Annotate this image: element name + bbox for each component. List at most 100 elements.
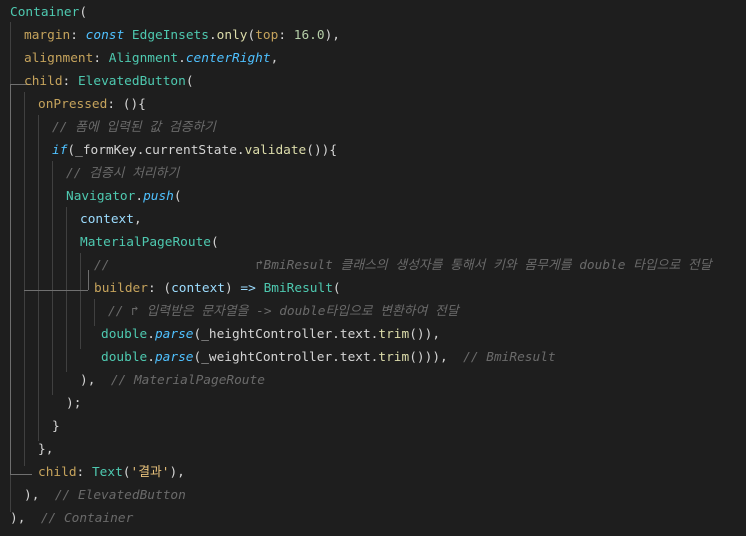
code-token: BmiResult (263, 281, 333, 296)
code-token: : (278, 28, 294, 43)
code-line[interactable]: context, (80, 208, 142, 231)
code-token: EdgeInsets (131, 28, 209, 43)
code-token: onPressed (38, 97, 108, 112)
code-line[interactable]: MaterialPageRoute( (80, 231, 219, 254)
code-token: validate (244, 143, 307, 158)
code-line[interactable]: // 폼에 입력된 값 검증하기 (52, 116, 216, 139)
code-token: centerRight (185, 51, 271, 66)
code-token: ), (10, 511, 41, 526)
indent-guide (38, 115, 39, 441)
code-line[interactable]: ); (66, 392, 81, 415)
code-editor[interactable]: Container(margin: const EdgeInsets.only(… (0, 0, 746, 536)
indent-guide (94, 299, 95, 326)
code-line[interactable]: ), // ElevatedButton (24, 484, 186, 507)
code-line[interactable]: margin: const EdgeInsets.only(top: 16.0)… (24, 24, 340, 47)
code-token: ), (324, 28, 341, 43)
code-token: double (101, 327, 148, 342)
code-token: parse (154, 350, 194, 365)
code-token: context (171, 281, 225, 296)
code-token: builder (94, 281, 148, 296)
active-bracket-guide (24, 290, 88, 291)
code-token: ()), (409, 327, 441, 342)
code-token: : ( (147, 281, 172, 296)
code-token: : (){ (107, 97, 146, 112)
code-token: // Container (40, 511, 134, 526)
code-token: ), (169, 465, 185, 480)
code-line[interactable]: }, (38, 438, 53, 461)
code-token: : (62, 74, 78, 89)
code-token: Container (10, 5, 80, 20)
code-token: , (270, 51, 279, 66)
code-token: ( (173, 189, 182, 204)
code-token: ( (185, 74, 194, 89)
code-token: ) (225, 281, 241, 296)
code-token: . (147, 327, 155, 342)
code-token: . (178, 51, 186, 66)
code-token: , (133, 212, 142, 227)
code-token: . (208, 28, 217, 43)
code-token: } (52, 419, 60, 434)
code-line[interactable]: Container( (10, 1, 87, 24)
code-line[interactable]: child: ElevatedButton( (24, 70, 194, 93)
code-token: '결과' (130, 465, 170, 480)
code-token: . (147, 350, 155, 365)
code-token: double (101, 350, 148, 365)
code-token: 16.0 (293, 28, 325, 43)
code-line[interactable]: ), // MaterialPageRoute (80, 369, 265, 392)
indent-guide (80, 253, 81, 349)
code-token: only (216, 28, 248, 43)
code-line[interactable]: builder: (context) => BmiResult( (94, 277, 341, 300)
code-token: : (76, 465, 92, 480)
code-line[interactable]: // 검증시 처리하기 (66, 162, 179, 185)
code-token: ( (332, 281, 341, 296)
code-line[interactable]: // ↱BmiResult 클래스의 생성자를 통해서 키와 몸무게를 doub… (94, 254, 711, 277)
code-token: ); (66, 396, 82, 411)
code-token: context (80, 212, 134, 227)
code-token: // ↱ 입력받은 문자열을 -> double타입으로 변환하여 전달 (108, 304, 459, 319)
active-bracket-guide (10, 474, 32, 475)
code-token: (_heightController.text. (193, 327, 379, 342)
code-token: (_formKey.currentState. (67, 143, 245, 158)
code-token: }, (38, 442, 54, 457)
code-line[interactable]: // ↱ 입력받은 문자열을 -> double타입으로 변환하여 전달 (108, 300, 459, 323)
code-token: ( (79, 5, 88, 20)
code-token: push (143, 189, 174, 204)
code-token: : (93, 51, 109, 66)
indent-guide (52, 161, 53, 395)
code-token: Navigator (66, 189, 136, 204)
indent-guide (24, 92, 25, 466)
code-token: child (24, 74, 63, 89)
code-token: => (240, 281, 256, 296)
code-token: ( (210, 235, 219, 250)
code-token: Text (91, 465, 123, 480)
code-line[interactable]: double.parse(_heightController.text.trim… (101, 323, 440, 346)
code-token: ElevatedButton (77, 74, 186, 89)
code-token: trim (378, 350, 410, 365)
code-line[interactable]: alignment: Alignment.centerRight, (24, 47, 278, 70)
code-token: : (70, 28, 86, 43)
code-token: Alignment (108, 51, 179, 66)
code-token: // 폼에 입력된 값 검증하기 (52, 120, 216, 135)
code-line[interactable]: Navigator.push( (66, 185, 182, 208)
code-token: trim (378, 327, 410, 342)
code-line[interactable]: child: Text('결과'), (38, 461, 185, 484)
code-line[interactable]: } (52, 415, 60, 438)
code-token: // ↱BmiResult 클래스의 생성자를 통해서 키와 몸무게를 doub… (94, 258, 712, 273)
code-token: ()){ (306, 143, 338, 158)
code-token: child (38, 465, 77, 480)
code-token: // 검증시 처리하기 (66, 166, 180, 181)
code-line[interactable]: onPressed: (){ (38, 93, 146, 116)
code-line[interactable]: ), // Container (10, 507, 133, 530)
code-token: alignment (24, 51, 94, 66)
code-token: . (135, 189, 144, 204)
code-token: // ElevatedButton (54, 488, 186, 503)
active-guide (10, 84, 11, 474)
code-token: // BmiResult (463, 350, 556, 365)
code-token: ( (122, 465, 131, 480)
code-token: if (52, 143, 68, 158)
code-line[interactable]: if(_formKey.currentState.validate()){ (52, 139, 337, 162)
code-token: // MaterialPageRoute (110, 373, 265, 388)
code-token: parse (154, 327, 194, 342)
code-line[interactable]: double.parse(_weightController.text.trim… (101, 346, 556, 369)
